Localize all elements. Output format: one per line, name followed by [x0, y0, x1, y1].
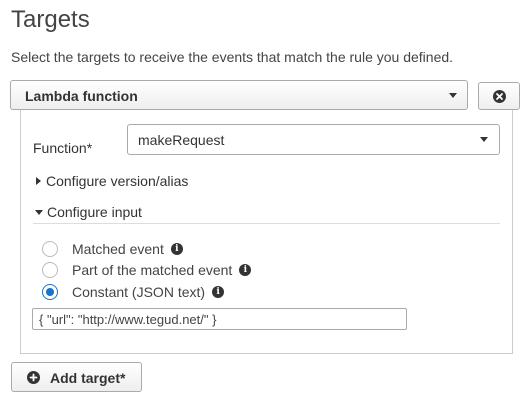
add-target-label: Add target* — [50, 370, 126, 386]
plus-circle-icon — [27, 371, 40, 384]
target-type-select[interactable]: Lambda function — [10, 80, 468, 110]
chevron-right-icon — [36, 177, 41, 186]
radio-button[interactable] — [42, 262, 58, 278]
function-select[interactable]: makeRequest — [127, 124, 500, 155]
chevron-down-icon — [480, 137, 488, 142]
radio-button[interactable] — [42, 241, 58, 257]
info-icon[interactable]: i — [170, 242, 183, 255]
info-icon[interactable]: i — [239, 263, 252, 276]
configure-version-toggle[interactable]: Configure version/alias — [36, 173, 188, 189]
add-target-button[interactable]: Add target* — [11, 362, 142, 392]
remove-target-button[interactable] — [478, 82, 520, 110]
chevron-down-icon — [449, 93, 457, 98]
configure-version-label: Configure version/alias — [46, 173, 189, 189]
chevron-down-icon — [35, 209, 43, 215]
radio-label: Part of the matched event — [72, 262, 233, 278]
page-title: Targets — [11, 6, 90, 33]
json-text-input[interactable] — [32, 308, 407, 330]
info-icon[interactable]: i — [212, 285, 225, 298]
radio-button-selected[interactable] — [42, 284, 58, 300]
page-description: Select the targets to receive the events… — [11, 49, 454, 65]
radio-label: Constant (JSON text) — [72, 284, 206, 300]
function-value: makeRequest — [138, 132, 225, 148]
configure-input-label: Configure input — [47, 204, 142, 220]
target-type-value: Lambda function — [25, 88, 138, 104]
function-label: Function* — [33, 140, 93, 156]
radio-label: Matched event — [72, 241, 164, 257]
configure-input-toggle[interactable]: Configure input — [35, 204, 142, 220]
section-divider — [33, 223, 500, 224]
remove-circle-icon — [493, 90, 506, 103]
